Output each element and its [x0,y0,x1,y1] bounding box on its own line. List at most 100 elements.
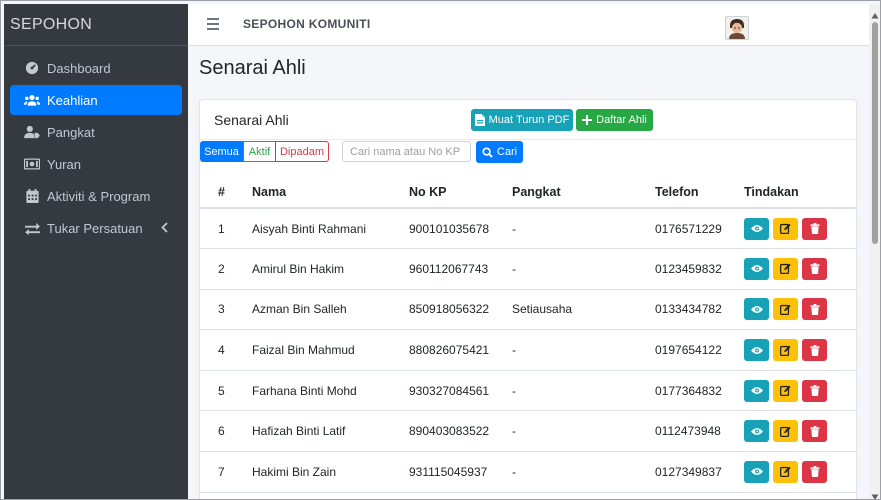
sidebar-item-yuran[interactable]: Yuran [10,149,182,179]
scroll-up-arrow-icon[interactable] [871,8,879,19]
edit-button[interactable] [773,339,798,362]
view-button[interactable] [744,257,769,280]
delete-button[interactable] [802,420,827,443]
member-rank: - [512,329,655,371]
download-pdf-button[interactable]: Muat Turun PDF [471,109,573,131]
card-header: Senarai Ahli Muat Turun PDF Daftar Ahli [200,100,856,140]
row-actions [744,289,857,331]
member-rank: - [512,208,655,250]
member-name: Aisyah Binti Rahmani [252,208,409,250]
view-button[interactable] [744,217,769,240]
member-kp: 890403083522 [409,410,512,453]
table-row: 5 Farhana Binti Mohd 930327084561-01773648… [200,370,857,412]
trash-icon [809,263,820,275]
trash-icon [809,425,820,437]
sidebar: SEPOHON Dashboard Keahlian Pangkat Yuran… [4,4,188,499]
eye-icon [750,346,763,355]
view-button[interactable] [744,460,769,483]
sidebar-item-keahlian[interactable]: Keahlian [10,85,182,115]
sidebar-item-label: Dashboard [47,60,111,76]
member-phone: 0176571229 [655,208,744,250]
delete-button[interactable] [802,460,827,483]
search-icon [482,146,493,158]
member-kp: 850918056322 [409,289,512,331]
edit-button[interactable] [773,379,798,402]
table-body: 1 Aisyah Binti Rahmani 900101035678-017657… [200,208,857,493]
view-button[interactable] [744,420,769,443]
hamburger-menu-icon[interactable] [207,18,219,30]
table-row: 6 Hafizah Binti Latif 890403083522-0112473… [200,410,857,453]
row-number: 3 [200,289,252,331]
app-window: SEPOHON Dashboard Keahlian Pangkat Yuran… [0,0,881,500]
sidebar-item-label: Pangkat [47,124,95,140]
sidebar-item-label: Tukar Persatuan [47,220,143,236]
edit-icon [780,223,791,235]
member-rank: - [512,248,655,290]
edit-icon [780,345,791,356]
member-phone: 0133434782 [655,289,744,331]
view-button[interactable] [744,379,769,402]
scroll-down-arrow-icon[interactable] [871,489,879,499]
table-row: 3 Azman Bin Salleh 850918056322 Setiausaha 0… [200,289,857,331]
column-header-name: Nama [252,176,409,209]
user-avatar[interactable] [725,16,749,40]
edit-icon [780,385,791,397]
filter-deleted-button[interactable]: Dipadam [275,141,329,162]
member-phone: 0112473948 [655,410,744,453]
delete-button[interactable] [802,339,827,362]
delete-button[interactable] [802,379,827,402]
search-input[interactable] [342,141,471,162]
edit-icon [780,263,791,275]
delete-button[interactable] [802,298,827,321]
member-name: Hafizah Binti Latif [252,410,409,453]
edit-button[interactable] [773,298,798,321]
sidebar-item-dashboard[interactable]: Dashboard [10,53,182,83]
row-actions [744,410,857,453]
vertical-scrollbar[interactable] [869,4,880,499]
trash-icon [809,344,820,356]
add-member-label: Daftar Ahli [596,114,647,126]
edit-button[interactable] [773,420,798,443]
edit-button[interactable] [773,460,798,483]
brand-logo-text[interactable]: SEPOHON [4,4,188,46]
sidebar-item-label: Keahlian [47,92,98,108]
search-button[interactable]: Cari [476,141,523,163]
view-button[interactable] [744,298,769,321]
edit-button[interactable] [773,257,798,280]
sidebar-item-tukar-persatuan[interactable]: Tukar Persatuan [10,213,182,243]
calendar-icon [24,188,40,204]
users-icon [24,92,40,108]
money-icon [24,156,40,172]
plus-icon [582,115,593,125]
sidebar-item-aktiviti[interactable]: Aktiviti & Program [10,181,182,211]
table-row: 1 Aisyah Binti Rahmani 900101035678-017657… [200,208,857,250]
row-number: 1 [200,208,252,250]
scrollbar-thumb[interactable] [872,22,878,244]
table-row: 7 Hakimi Bin Zain 931115045937-0127349837 [200,451,857,493]
member-phone: 0127349837 [655,451,744,493]
delete-button[interactable] [802,257,827,280]
trash-icon [809,223,820,235]
member-kp: 960112067743 [409,248,512,290]
member-rank: - [512,451,655,493]
filter-all-button[interactable]: Semua [200,141,243,162]
member-kp: 900101035678 [409,208,512,250]
edit-button[interactable] [773,217,798,240]
chevron-left-icon[interactable] [161,221,168,236]
trash-icon [809,385,820,397]
filter-active-button[interactable]: Aktif [243,141,276,162]
row-actions [744,370,857,412]
trash-icon [809,466,820,478]
sidebar-item-pangkat[interactable]: Pangkat [10,117,182,147]
member-name: Azman Bin Salleh [252,289,409,331]
members-card: Senarai Ahli Muat Turun PDF Daftar Ahli … [199,99,857,499]
member-phone: 0177364832 [655,370,744,412]
member-name: Farhana Binti Mohd [252,370,409,412]
member-phone: 0123459832 [655,248,744,290]
add-member-button[interactable]: Daftar Ahli [576,109,653,131]
view-button[interactable] [744,339,769,362]
row-number: 7 [200,451,252,493]
edit-icon [780,426,791,437]
column-header-phone: Telefon [655,176,744,209]
delete-button[interactable] [802,217,827,240]
